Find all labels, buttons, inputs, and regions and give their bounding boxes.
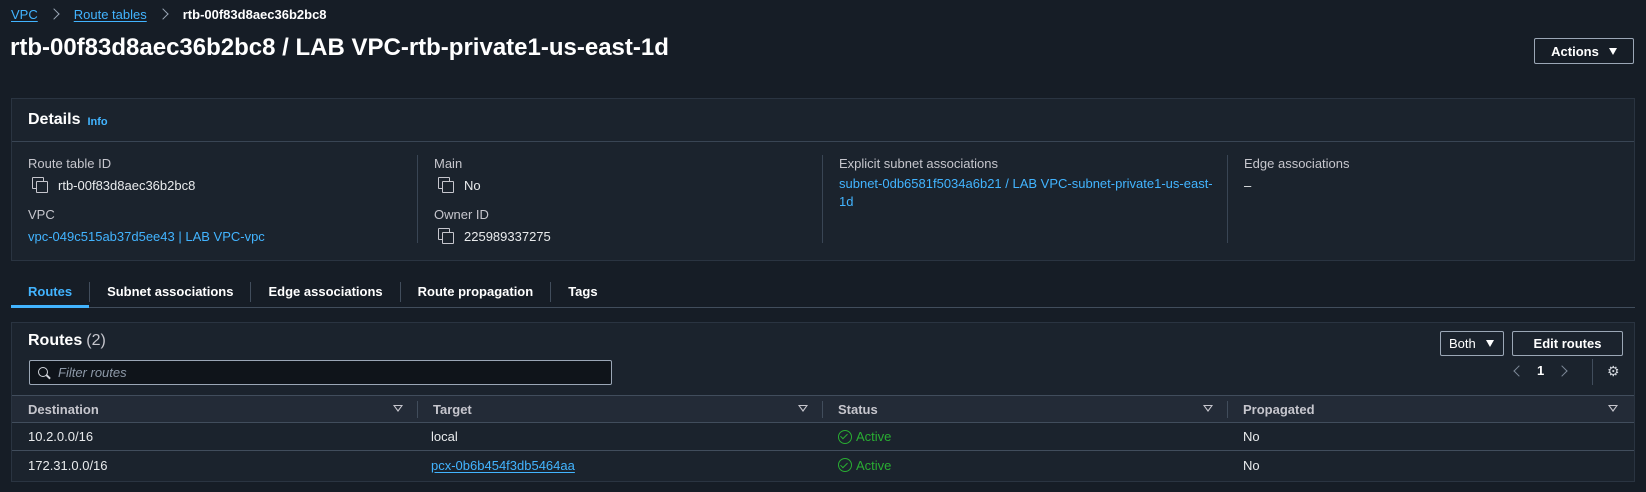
route-table-id-value: rtb-00f83d8aec36b2bc8	[28, 175, 401, 195]
table-row: 10.2.0.0/16 local Active No	[12, 423, 1634, 451]
edit-routes-button[interactable]: Edit routes	[1512, 331, 1623, 356]
route-table-id-text: rtb-00f83d8aec36b2bc8	[58, 177, 196, 193]
copy-icon[interactable]	[438, 177, 454, 193]
sort-icon[interactable]	[393, 405, 403, 412]
vpc-label: VPC	[28, 207, 55, 222]
caret-down-icon	[1608, 47, 1617, 55]
routes-title: Routes (2)	[28, 332, 106, 350]
cell-propagated: No	[1243, 429, 1260, 444]
check-circle-icon	[838, 429, 852, 444]
search-icon	[38, 366, 50, 379]
column-header-status[interactable]: Status	[822, 396, 1227, 422]
main-label: Main	[434, 156, 463, 171]
routes-panel: Routes(2) Both Edit routes 1 ⚙ Destinati…	[11, 322, 1635, 482]
filter-routes-input[interactable]	[58, 365, 598, 380]
cell-target: local	[431, 429, 458, 444]
details-grid: Route table ID rtb-00f83d8aec36b2bc8 VPC…	[12, 143, 1634, 260]
cell-propagated: No	[1243, 457, 1260, 473]
status-indicator: Active	[838, 458, 891, 473]
column-header-label: Target	[433, 401, 472, 417]
cell-destination: 172.31.0.0/16	[28, 457, 108, 473]
breadcrumb-route-tables-link[interactable]: Route tables	[74, 7, 147, 22]
details-title: Details	[28, 111, 81, 128]
column-divider	[822, 401, 823, 418]
propagation-filter-value: Both	[1449, 336, 1476, 351]
cell-destination: 10.2.0.0/16	[28, 429, 94, 444]
tab-tags[interactable]: Tags	[551, 276, 614, 307]
cell-status: Active	[822, 423, 1227, 450]
details-col-explicit: Explicit subnet associations subnet-0db6…	[822, 155, 1227, 243]
column-divider	[1227, 401, 1228, 418]
check-circle-icon	[838, 458, 852, 472]
edge-associations-value: –	[1244, 177, 1252, 193]
actions-button-label: Actions	[1551, 43, 1599, 59]
info-link[interactable]: Info	[87, 116, 107, 128]
page-title: rtb-00f83d8aec36b2bc8 / LAB VPC-rtb-priv…	[10, 34, 669, 61]
column-header-label: Destination	[28, 401, 99, 417]
peering-connection-link[interactable]: pcx-0b6b454f3db5464aa	[431, 458, 575, 473]
chevron-right-icon	[48, 8, 60, 20]
cell-target: pcx-0b6b454f3db5464aa	[417, 451, 822, 479]
owner-id-label: Owner ID	[434, 207, 489, 222]
filter-routes-box[interactable]	[29, 360, 612, 385]
details-col-main: Main No Owner ID 225989337275	[417, 155, 822, 246]
explicit-subnet-label: Explicit subnet associations	[839, 156, 998, 171]
column-header-label: Propagated	[1243, 401, 1315, 417]
caret-down-icon	[1485, 340, 1494, 347]
details-col-edge: Edge associations –	[1227, 155, 1632, 243]
breadcrumb-current: rtb-00f83d8aec36b2bc8	[182, 6, 327, 22]
chevron-left-icon[interactable]	[1513, 364, 1525, 377]
details-panel: Details Info Route table ID rtb-00f83d8a…	[11, 98, 1635, 261]
gear-icon[interactable]: ⚙	[1607, 364, 1620, 378]
table-header: Destination Target Status Propagated	[12, 395, 1634, 423]
column-header-target[interactable]: Target	[417, 396, 822, 422]
tab-edge-associations[interactable]: Edge associations	[251, 276, 399, 307]
routes-count: (2)	[86, 332, 106, 349]
edge-associations-label: Edge associations	[1244, 156, 1350, 171]
status-indicator: Active	[838, 429, 891, 444]
column-header-propagated[interactable]: Propagated	[1227, 396, 1632, 422]
column-header-label: Status	[838, 401, 878, 417]
propagation-filter-select[interactable]: Both	[1440, 331, 1504, 356]
routes-title-text: Routes	[28, 332, 83, 349]
cell-status: Active	[822, 451, 1227, 479]
copy-icon[interactable]	[32, 177, 48, 193]
details-header: Details Info	[12, 99, 1634, 142]
routes-table: Destination Target Status Propagated 10.…	[12, 395, 1634, 479]
status-text: Active	[856, 429, 892, 444]
tab-routes[interactable]: Routes	[11, 276, 90, 308]
actions-button[interactable]: Actions	[1534, 38, 1634, 64]
explicit-subnet-link[interactable]: subnet-0db6581f5034a6b21 / LAB VPC-subne…	[839, 175, 1219, 211]
table-row: 172.31.0.0/16 pcx-0b6b454f3db5464aa Acti…	[12, 451, 1634, 479]
pager-divider	[1592, 359, 1593, 385]
page-number[interactable]: 1	[1537, 363, 1544, 378]
sort-icon[interactable]	[1203, 405, 1213, 412]
sort-icon[interactable]	[798, 405, 808, 412]
copy-icon[interactable]	[438, 228, 454, 244]
route-table-id-label: Route table ID	[28, 156, 112, 171]
details-col-route-table: Route table ID rtb-00f83d8aec36b2bc8 VPC…	[12, 155, 417, 246]
vpc-link[interactable]: vpc-049c515ab37d5ee43 | LAB VPC-vpc	[28, 226, 401, 246]
tab-subnet-associations[interactable]: Subnet associations	[90, 276, 250, 307]
tab-route-propagation[interactable]: Route propagation	[401, 276, 551, 307]
breadcrumb-vpc-link[interactable]: VPC	[11, 7, 38, 22]
owner-id-value: 225989337275	[434, 226, 806, 246]
sort-icon[interactable]	[1608, 405, 1618, 412]
column-divider	[417, 401, 418, 418]
chevron-right-icon[interactable]	[1556, 364, 1568, 377]
pagination: 1	[1513, 363, 1568, 378]
owner-id-text: 225989337275	[464, 228, 551, 244]
tab-bar: Routes Subnet associations Edge associat…	[11, 276, 1635, 308]
breadcrumb: VPC Route tables rtb-00f83d8aec36b2bc8	[11, 5, 327, 23]
main-value: No	[434, 175, 806, 195]
column-header-destination[interactable]: Destination	[12, 396, 417, 422]
chevron-right-icon	[157, 8, 169, 20]
main-text: No	[464, 177, 481, 193]
status-text: Active	[856, 457, 892, 473]
